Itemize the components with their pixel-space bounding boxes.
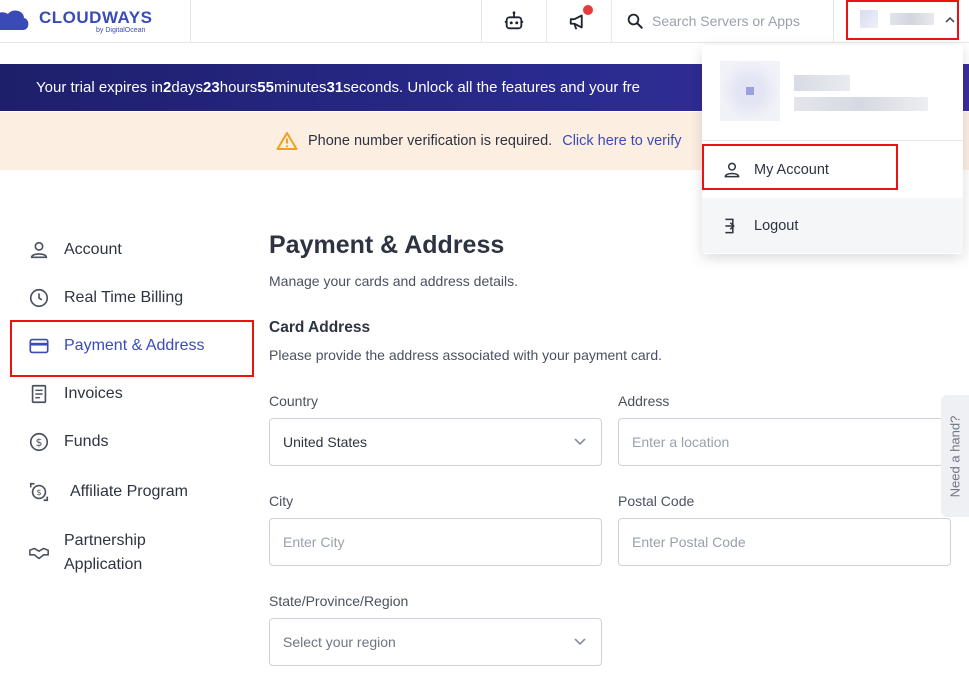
announcements-button[interactable] [546,0,611,42]
sidebar-item-affiliate[interactable]: $ Affiliate Program [28,481,188,503]
verification-text: Phone number verification is required. [308,133,553,149]
address-label: Address [618,393,670,409]
logo[interactable]: CLOUDWAYS by DigitalOcean [0,0,191,42]
warning-icon [276,132,298,150]
user-profile-header [702,45,963,141]
state-label: State/Province/Region [269,593,409,609]
section-title: Card Address [269,319,371,336]
country-select[interactable]: United States [269,418,602,466]
invoice-icon [31,384,47,404]
credit-card-icon [29,338,49,354]
page-subtitle: Manage your cards and address details. [269,273,519,289]
logo-subtext: by DigitalOcean [96,27,146,34]
city-field[interactable] [269,518,602,566]
search-icon [627,13,643,29]
postal-input[interactable] [632,534,950,550]
bot-button[interactable] [481,0,546,42]
trial-text: Your trial expires in [36,79,164,96]
verify-link[interactable]: Click here to verify [562,133,681,149]
handshake-icon [29,547,49,560]
sidebar-item-payment-address[interactable]: Payment & Address [28,335,205,357]
trial-minutes: 55 [257,79,274,96]
page-title: Payment & Address [269,231,505,259]
sidebar-item-real-time-billing[interactable]: Real Time Billing [28,287,183,309]
user-name-redacted [794,75,850,91]
logo-text: CLOUDWAYS [39,8,153,27]
state-select[interactable]: Select your region [269,618,602,666]
city-label: City [269,493,294,509]
avatar [720,61,780,121]
user-icon [30,241,48,259]
sidebar-item-invoices[interactable]: Invoices [28,383,123,405]
address-input[interactable] [632,434,958,450]
sidebar-item-account[interactable]: Account [28,239,122,261]
user-dropdown-menu: My Account Logout [702,45,963,254]
dollar-icon: $ [29,432,49,452]
sidebar-item-partnership[interactable]: Partnership Application [28,529,146,577]
postal-label: Postal Code [618,493,695,509]
affiliate-dollar-icon: $ [29,482,49,502]
need-a-hand-tab[interactable]: Need a hand? [941,395,969,517]
search-box[interactable] [611,0,833,42]
user-name-redacted [890,13,934,25]
section-subtitle: Please provide the address associated wi… [269,347,662,363]
postal-field[interactable] [618,518,951,566]
clock-icon [29,288,49,308]
user-email-redacted [794,97,928,111]
user-menu-button[interactable] [833,0,969,42]
svg-text:$: $ [36,436,43,449]
sidebar-item-funds[interactable]: $ Funds [28,431,108,453]
cloud-logo-icon [0,10,29,30]
search-input[interactable] [652,13,832,29]
chevron-down-icon [574,438,586,446]
city-input[interactable] [283,534,601,550]
trial-days: 2 [163,79,172,96]
robot-icon [504,11,524,30]
notification-dot [583,5,593,15]
svg-text:$: $ [36,487,41,497]
highlight-box-my-account [702,144,898,190]
logout-menu-item[interactable]: Logout [702,198,963,253]
logout-icon [725,218,735,233]
chevron-up-icon [945,16,955,23]
avatar [860,10,878,28]
chevron-down-icon [574,638,586,646]
trial-seconds: 31 [326,79,344,96]
trial-hours: 23 [203,79,220,96]
top-bar: CLOUDWAYS by DigitalOcean [0,0,969,43]
address-field[interactable] [618,418,958,466]
country-label: Country [269,393,319,409]
